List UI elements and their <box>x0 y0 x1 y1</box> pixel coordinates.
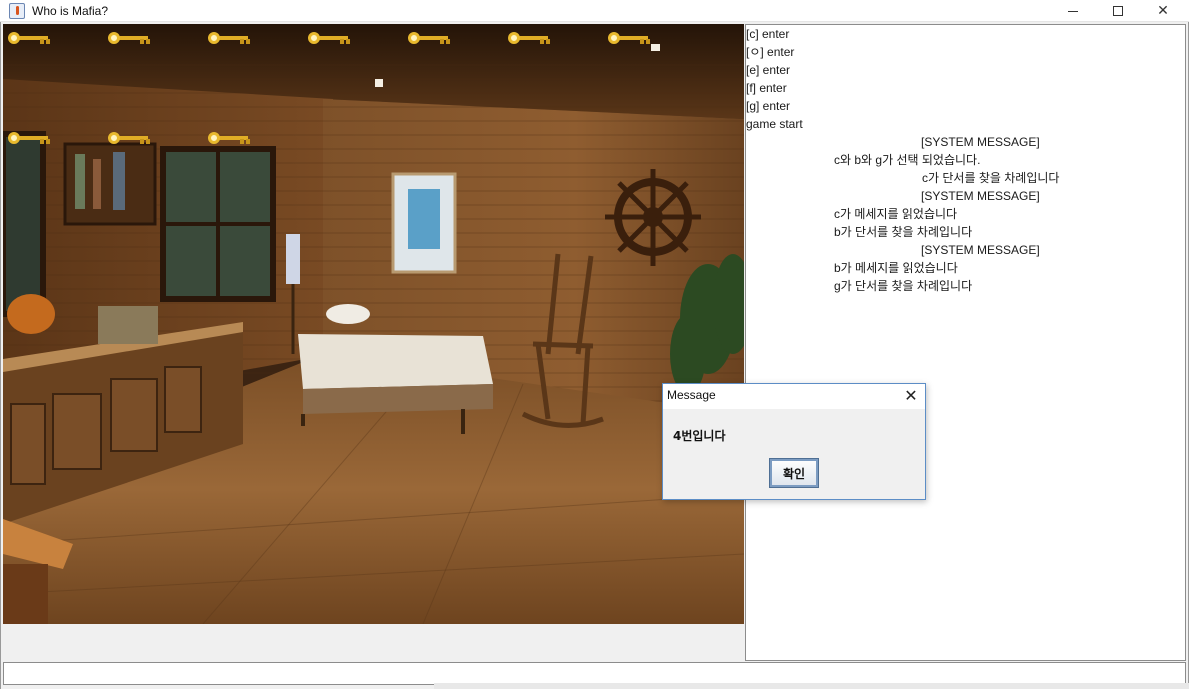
key-icon <box>208 132 252 144</box>
room-illustration <box>3 24 744 624</box>
game-scene[interactable] <box>3 24 744 624</box>
log-line: game start <box>746 117 803 131</box>
log-line: b가 단서를 찾을 차례입니다 <box>834 225 973 239</box>
log-line: [c] enter <box>746 27 790 41</box>
main-frame: [c] enter [ㅇ] enter [e] enter [f] enter … <box>0 22 1189 689</box>
dialog-message: 4번입니다 <box>673 429 726 443</box>
system-message-header: [SYSTEM MESSAGE] <box>921 243 1040 257</box>
maximize-icon <box>1113 6 1123 16</box>
background-editor-strip <box>434 683 1189 689</box>
chat-log[interactable]: [c] enter [ㅇ] enter [e] enter [f] enter … <box>745 24 1186 661</box>
log-line: [f] enter <box>746 81 787 95</box>
close-button[interactable]: ✕ <box>1140 0 1186 22</box>
chat-input[interactable] <box>3 662 1186 685</box>
log-line: b가 메세지를 읽었습니다 <box>834 261 958 275</box>
message-dialog: Message ✕ 4번입니다 확인 <box>662 383 926 500</box>
key-icon <box>208 32 252 44</box>
window-titlebar: Who is Mafia? ✕ <box>0 0 1189 22</box>
java-app-icon <box>9 3 25 19</box>
key-icon <box>608 32 652 44</box>
window-title: Who is Mafia? <box>32 4 109 18</box>
close-icon: ✕ <box>1157 3 1169 19</box>
ok-button[interactable]: 확인 <box>769 458 819 488</box>
key-icon <box>8 132 52 144</box>
log-line: g가 단서를 찾을 차례입니다 <box>834 279 973 293</box>
log-line: c와 b와 g가 선택 되었습니다. <box>834 153 981 167</box>
dialog-titlebar: Message ✕ <box>663 384 925 409</box>
minimize-icon <box>1068 10 1078 12</box>
key-icon <box>8 32 52 44</box>
key-icon <box>308 32 352 44</box>
maximize-button[interactable] <box>1095 0 1141 22</box>
key-icon <box>408 32 452 44</box>
log-line: [ㅇ] enter <box>746 45 795 59</box>
key-icon <box>508 32 552 44</box>
system-message-header: [SYSTEM MESSAGE] <box>921 135 1040 149</box>
minimize-button[interactable] <box>1050 0 1096 22</box>
key-icon <box>108 132 152 144</box>
log-line: [g] enter <box>746 99 791 113</box>
dialog-close-icon[interactable]: ✕ <box>901 386 921 406</box>
log-line: [e] enter <box>746 63 791 77</box>
log-line: c가 단서를 찾을 차례입니다 <box>922 171 1060 185</box>
dialog-title: Message <box>667 388 716 402</box>
log-line: c가 메세지를 읽었습니다 <box>834 207 958 221</box>
system-message-header: [SYSTEM MESSAGE] <box>921 189 1040 203</box>
key-icon <box>108 32 152 44</box>
